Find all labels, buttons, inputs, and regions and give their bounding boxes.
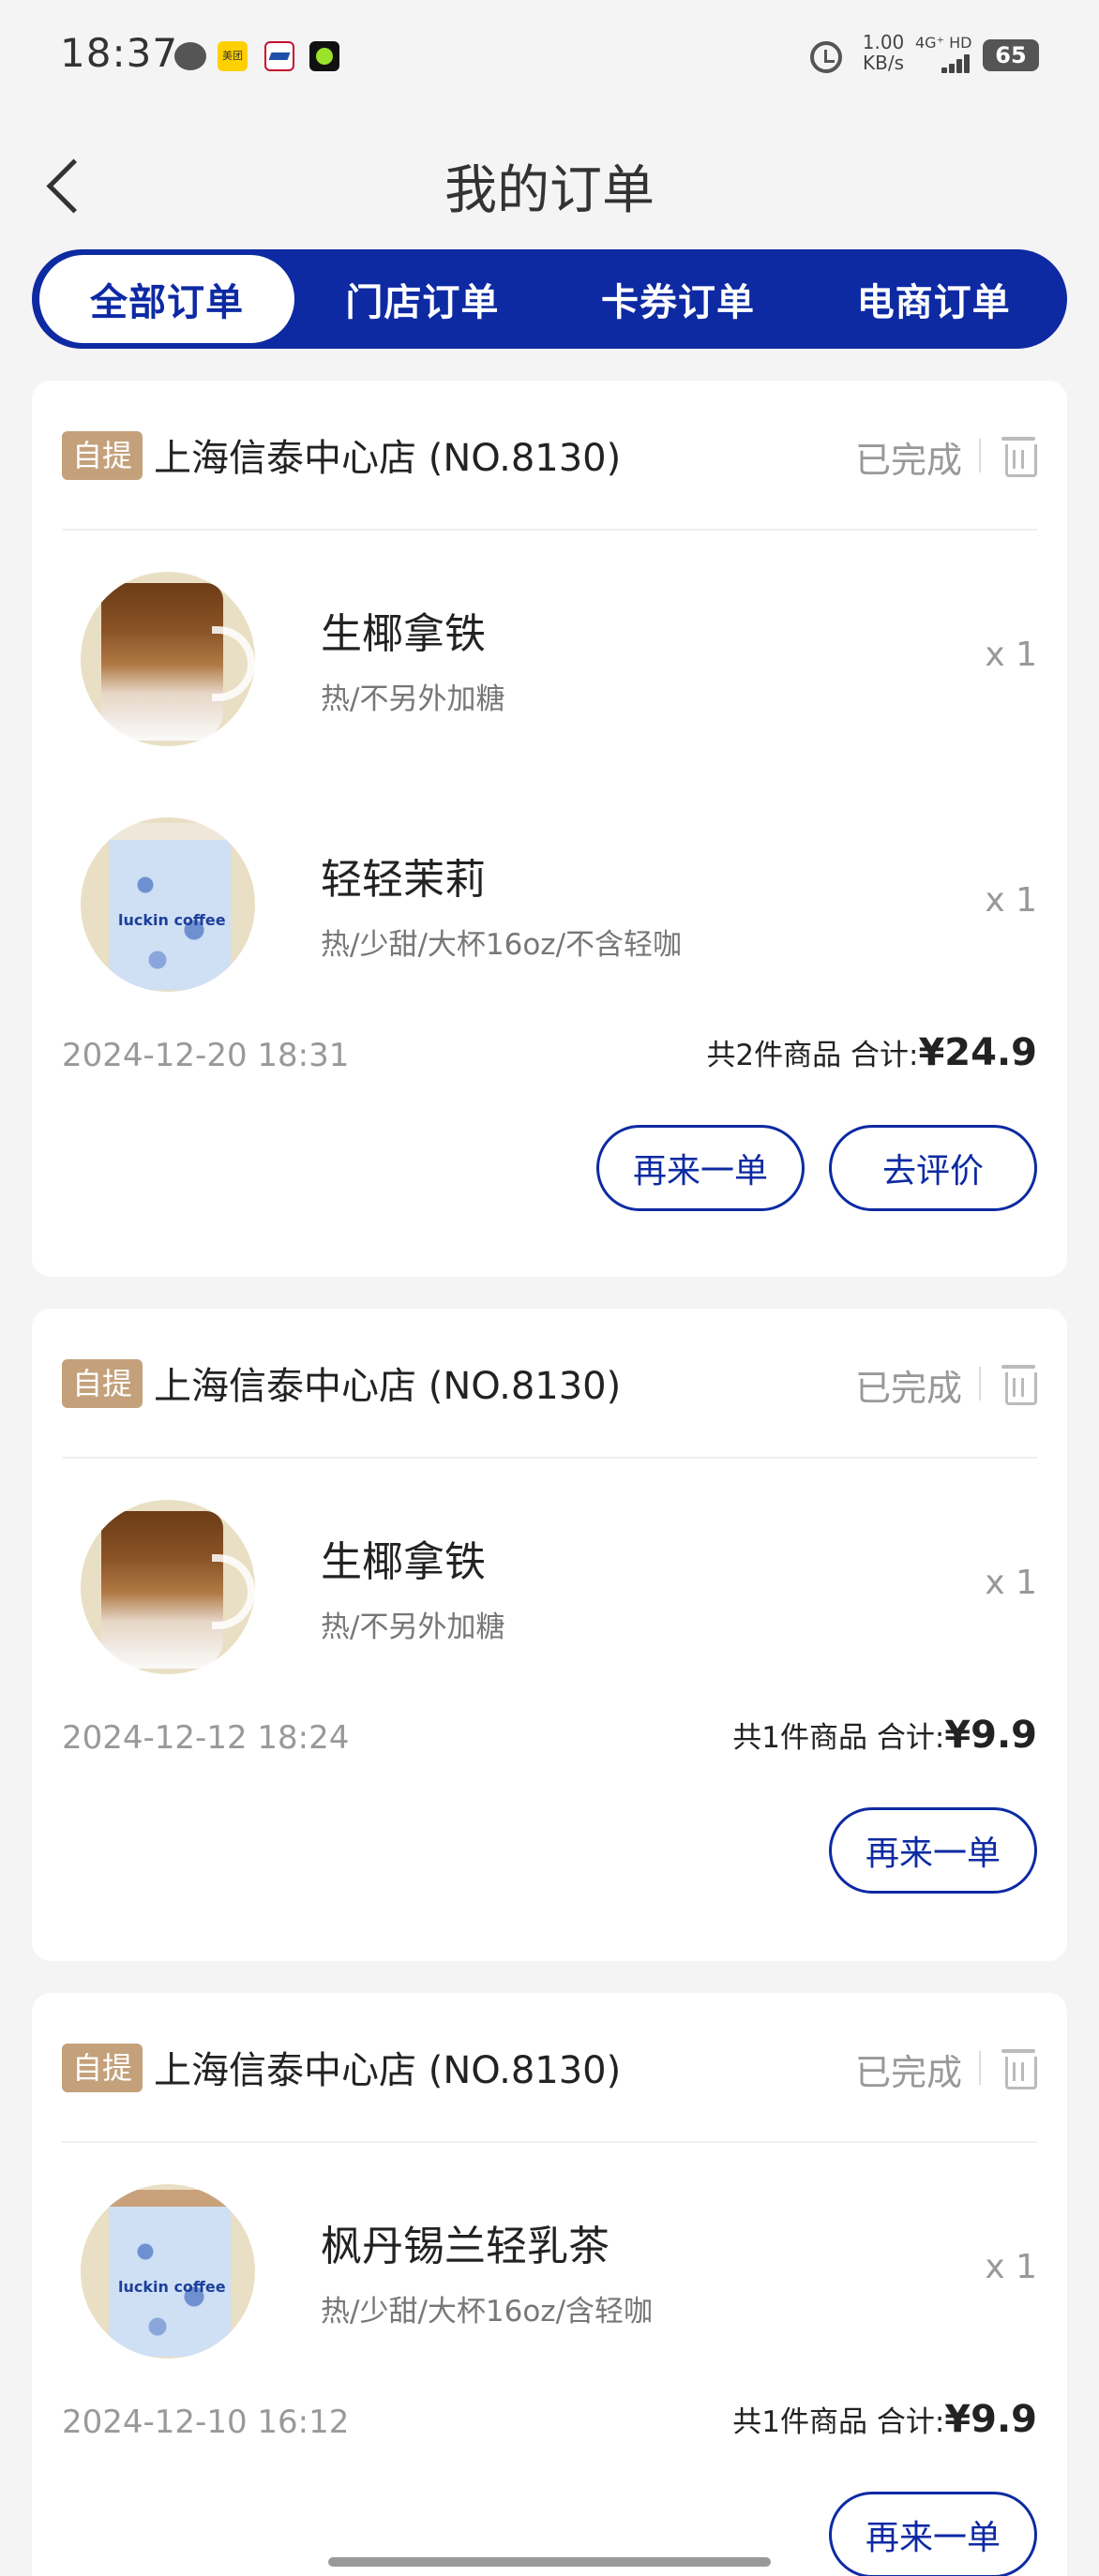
app-icon (309, 41, 339, 71)
item-name: 轻轻茉莉 (321, 856, 486, 904)
order-item: luckin coffee 枫丹锡兰轻乳茶 热/少甜/大杯16oz/含轻咖 x … (62, 2143, 1037, 2389)
network-type: 4G⁺ HD (915, 34, 972, 52)
status-bar: 18:37 美团 1.00 KB/s 4G⁺ HD 65 (0, 0, 1099, 111)
status-time: 18:37 (60, 30, 179, 76)
order-card[interactable]: 自提 上海信泰中心店 (NO.8130) 已完成 生椰拿铁 热/不另外加糖 x … (32, 381, 1067, 1277)
chat-icon (174, 42, 206, 70)
app-icon (264, 41, 294, 71)
network-speed: 1.00 KB/s (855, 32, 911, 73)
order-actions: 再来一单 去评价 (62, 1104, 1037, 1236)
tab-voucher-orders[interactable]: 卡券订单 (550, 255, 806, 343)
orders-page: 18:37 美团 1.00 KB/s 4G⁺ HD 65 我的订单 全部订单 门… (0, 0, 1099, 2576)
trash-icon[interactable] (1000, 1361, 1037, 1405)
order-price: ¥9.9 (944, 1714, 1037, 1757)
item-name: 枫丹锡兰轻乳茶 (321, 2223, 610, 2270)
order-tabs: 全部订单 门店订单 卡券订单 电商订单 (32, 249, 1067, 349)
battery-icon: 65 (983, 39, 1039, 71)
order-actions: 再来一单 (62, 1787, 1037, 1918)
tab-all-orders[interactable]: 全部订单 (39, 255, 294, 343)
order-total: 共2件商品 合计:¥24.9 (706, 1031, 1037, 1074)
order-time: 2024-12-10 16:12 (62, 2404, 350, 2441)
order-item: 生椰拿铁 热/不另外加糖 x 1 (62, 1459, 1037, 1704)
order-header: 自提 上海信泰中心店 (NO.8130) 已完成 (62, 381, 1037, 531)
cup-image: luckin coffee (81, 817, 255, 992)
order-status: 已完成 (854, 2052, 962, 2093)
item-qty: x 1 (985, 1564, 1037, 1602)
order-summary: 2024-12-20 18:31 共2件商品 合计:¥24.9 (62, 1022, 1037, 1104)
divider (979, 439, 981, 472)
pickup-badge: 自提 (62, 2044, 143, 2092)
meituan-icon: 美团 (218, 41, 248, 71)
reorder-button[interactable]: 再来一单 (829, 1807, 1037, 1894)
order-total: 共1件商品 合计:¥9.9 (732, 1714, 1037, 1757)
item-name: 生椰拿铁 (321, 1538, 486, 1586)
review-button[interactable]: 去评价 (829, 1125, 1037, 1211)
divider (979, 2051, 981, 2085)
trash-icon[interactable] (1000, 433, 1037, 477)
item-count-text: 共1件商品 合计: (732, 2405, 945, 2439)
reorder-button[interactable]: 再来一单 (596, 1125, 805, 1211)
signal-icon (938, 52, 975, 73)
item-count-text: 共2件商品 合计: (706, 1039, 919, 1072)
pickup-badge: 自提 (62, 431, 143, 480)
item-count-text: 共1件商品 合计: (732, 1721, 945, 1755)
item-spec: 热/不另外加糖 (321, 1610, 505, 1644)
order-item: 生椰拿铁 热/不另外加糖 x 1 (62, 531, 1037, 776)
pickup-badge: 自提 (62, 1359, 143, 1408)
store-name: 上海信泰中心店 (NO.8130) (154, 1365, 622, 1408)
store-name: 上海信泰中心店 (NO.8130) (154, 2049, 622, 2092)
order-time: 2024-12-20 18:31 (62, 1037, 350, 1074)
tab-ecommerce-orders[interactable]: 电商订单 (805, 255, 1061, 343)
latte-image (81, 1500, 255, 1674)
tab-store-orders[interactable]: 门店订单 (294, 255, 550, 343)
order-card[interactable]: 自提 上海信泰中心店 (NO.8130) 已完成 生椰拿铁 热/不另外加糖 x … (32, 1309, 1067, 1961)
network-speed-value: 1.00 (862, 31, 905, 53)
order-summary: 2024-12-12 18:24 共1件商品 合计:¥9.9 (62, 1704, 1037, 1787)
order-price: ¥24.9 (918, 1031, 1037, 1074)
order-price: ¥9.9 (944, 2398, 1037, 2441)
order-status: 已完成 (854, 1368, 962, 1409)
order-header: 自提 上海信泰中心店 (NO.8130) 已完成 (62, 1309, 1037, 1459)
item-spec: 热/少甜/大杯16oz/不含轻咖 (321, 928, 683, 962)
item-spec: 热/少甜/大杯16oz/含轻咖 (321, 2295, 654, 2329)
item-qty: x 1 (985, 2248, 1037, 2286)
divider (979, 1367, 981, 1400)
order-item: luckin coffee 轻轻茉莉 热/少甜/大杯16oz/不含轻咖 x 1 (62, 776, 1037, 1022)
item-qty: x 1 (985, 881, 1037, 920)
order-total: 共1件商品 合计:¥9.9 (732, 2398, 1037, 2441)
item-qty: x 1 (985, 636, 1037, 674)
alarm-icon (810, 41, 842, 73)
item-spec: 热/不另外加糖 (321, 682, 505, 716)
trash-icon[interactable] (1000, 2045, 1037, 2089)
item-name: 生椰拿铁 (321, 610, 486, 658)
cup-brand-text: luckin coffee (118, 2278, 226, 2296)
home-indicator[interactable] (328, 2557, 771, 2567)
order-card[interactable]: 自提 上海信泰中心店 (NO.8130) 已完成 luckin coffee 枫… (32, 1993, 1067, 2576)
reorder-button[interactable]: 再来一单 (829, 2492, 1037, 2576)
latte-image (81, 572, 255, 746)
store-name: 上海信泰中心店 (NO.8130) (154, 437, 622, 480)
order-time: 2024-12-12 18:24 (62, 1719, 350, 1757)
page-title: 我的订单 (444, 160, 655, 221)
cup-image: luckin coffee (81, 2184, 255, 2359)
order-summary: 2024-12-10 16:12 共1件商品 合计:¥9.9 (62, 2389, 1037, 2471)
cup-brand-text: luckin coffee (118, 911, 226, 929)
network-speed-unit: KB/s (863, 52, 904, 74)
order-header: 自提 上海信泰中心店 (NO.8130) 已完成 (62, 1993, 1037, 2143)
order-status: 已完成 (854, 440, 962, 481)
